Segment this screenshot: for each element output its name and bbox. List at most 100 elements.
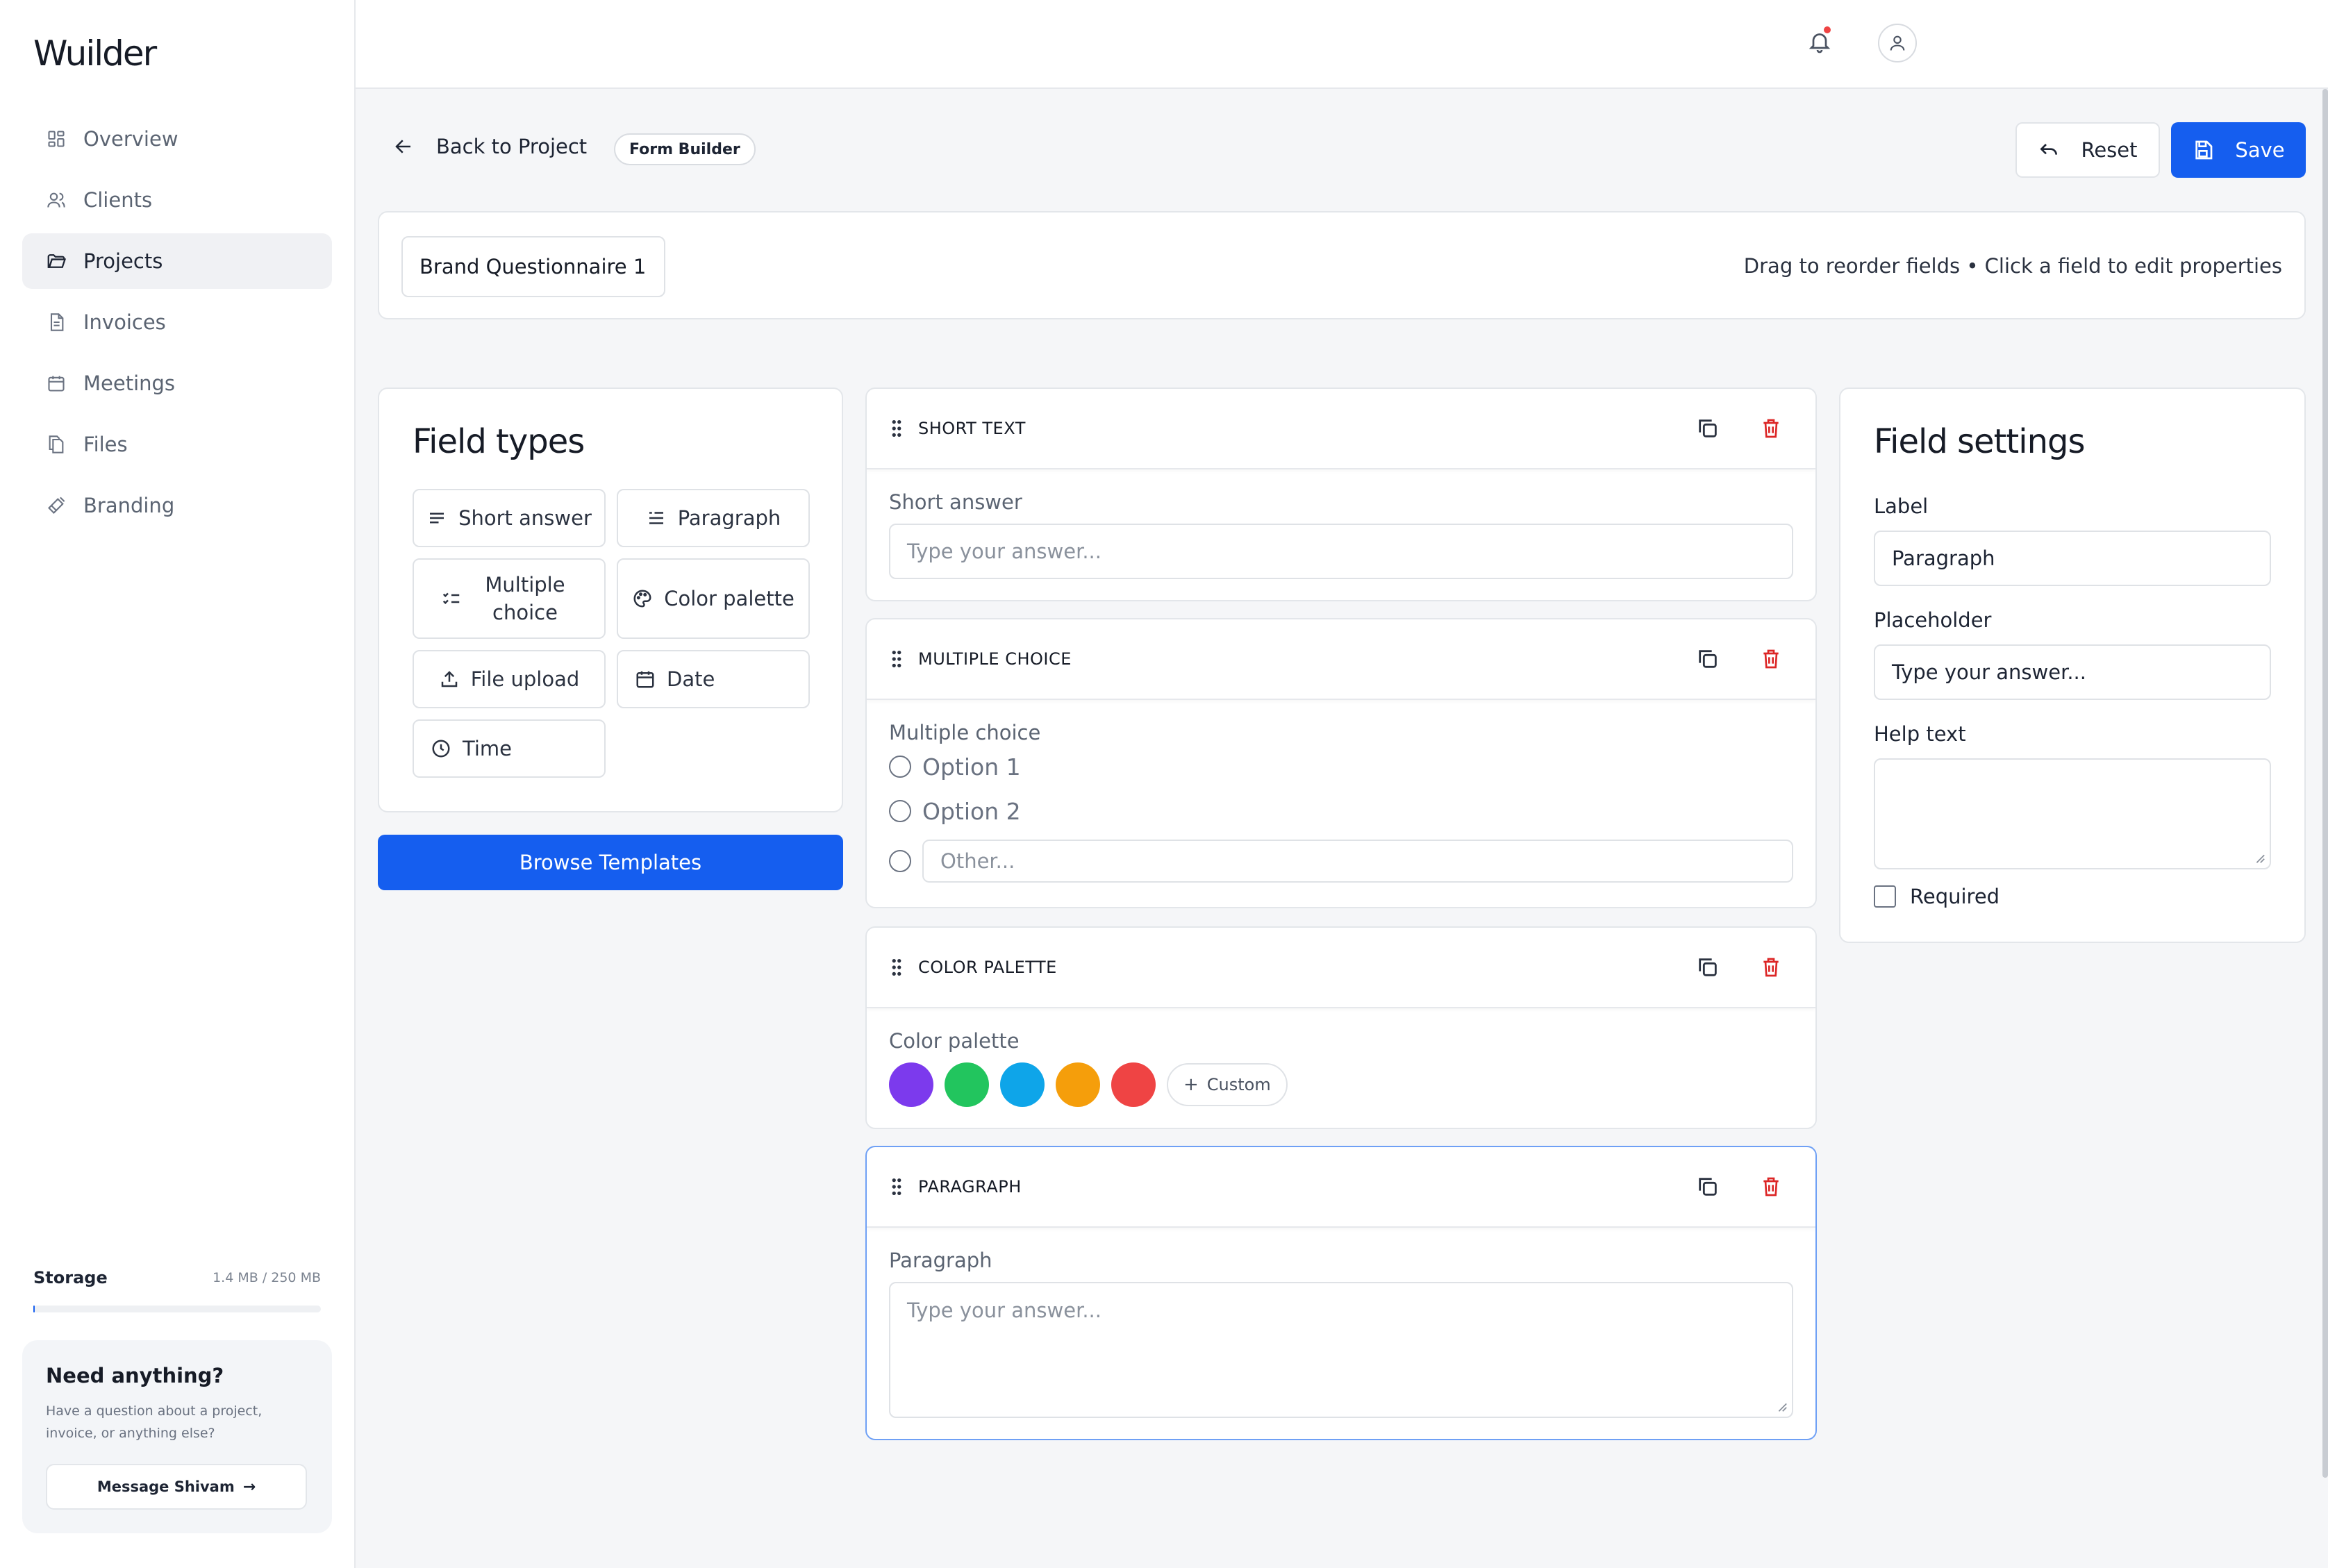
save-label: Save bbox=[2235, 138, 2285, 162]
arrow-right-icon: → bbox=[242, 1478, 256, 1496]
back-to-project-link[interactable]: Back to Project bbox=[393, 135, 587, 158]
clock-icon bbox=[431, 738, 451, 759]
field-types-panel: Field types Short answer Paragraph Multi… bbox=[378, 387, 843, 812]
field-card-paragraph[interactable]: PARAGRAPH Paragraph Type your answer... bbox=[865, 1146, 1817, 1440]
duplicate-icon[interactable] bbox=[1696, 647, 1720, 671]
other-option-row[interactable]: Other... bbox=[889, 833, 1793, 889]
document-icon bbox=[44, 310, 68, 334]
drag-handle-icon[interactable] bbox=[889, 957, 904, 978]
sidebar-item-overview[interactable]: Overview bbox=[22, 111, 332, 167]
color-swatch[interactable] bbox=[889, 1062, 933, 1107]
option-row[interactable]: Option 1 bbox=[889, 744, 1793, 789]
bell-icon[interactable] bbox=[1807, 29, 1835, 57]
sidebar-item-projects[interactable]: Projects bbox=[22, 233, 332, 289]
duplicate-icon[interactable] bbox=[1696, 1175, 1720, 1199]
placeholder-field-label: Placeholder bbox=[1874, 608, 1992, 632]
back-label: Back to Project bbox=[436, 135, 588, 158]
option-row[interactable]: Option 2 bbox=[889, 789, 1793, 833]
field-settings-panel: Field settings Label Paragraph Placehold… bbox=[1839, 387, 2306, 943]
color-swatch[interactable] bbox=[945, 1062, 989, 1107]
sidebar-item-branding[interactable]: Branding bbox=[22, 478, 332, 533]
sidebar-item-label: Projects bbox=[83, 249, 163, 273]
help-text-input[interactable] bbox=[1874, 758, 2271, 869]
required-checkbox[interactable] bbox=[1874, 885, 1896, 908]
field-type-multiple-choice[interactable]: Multiple choice bbox=[413, 558, 606, 639]
field-type-short-answer[interactable]: Short answer bbox=[413, 489, 606, 547]
form-builder-badge: Form Builder bbox=[614, 133, 756, 165]
sidebar-item-label: Overview bbox=[83, 127, 178, 151]
field-type-file-upload[interactable]: File upload bbox=[413, 650, 606, 708]
field-card-short-text[interactable]: SHORT TEXT Short answer Type your answer… bbox=[865, 387, 1817, 601]
avatar[interactable] bbox=[1878, 24, 1917, 62]
sidebar-item-files[interactable]: Files bbox=[22, 417, 332, 472]
color-swatch[interactable] bbox=[1111, 1062, 1156, 1107]
short-answer-input[interactable]: Type your answer... bbox=[889, 524, 1793, 579]
sidebar-item-label: Branding bbox=[83, 494, 175, 517]
radio-button[interactable] bbox=[889, 850, 911, 872]
delete-icon[interactable] bbox=[1760, 956, 1782, 979]
reset-button[interactable]: Reset bbox=[2015, 122, 2160, 178]
save-icon bbox=[2192, 139, 2214, 161]
resize-handle-icon[interactable] bbox=[1775, 1400, 1788, 1412]
color-swatch[interactable] bbox=[1000, 1062, 1045, 1107]
duplicate-icon[interactable] bbox=[1696, 956, 1720, 979]
drag-handle-icon[interactable] bbox=[889, 649, 904, 669]
radio-button[interactable] bbox=[889, 756, 911, 778]
field-type-name: MULTIPLE CHOICE bbox=[918, 649, 1072, 669]
page-scrollbar[interactable] bbox=[2322, 89, 2328, 1478]
sidebar-item-label: Invoices bbox=[83, 310, 166, 334]
users-icon bbox=[44, 188, 68, 212]
sidebar-item-invoices[interactable]: Invoices bbox=[22, 294, 332, 350]
label-input[interactable]: Paragraph bbox=[1874, 531, 2271, 586]
sidebar-item-meetings[interactable]: Meetings bbox=[22, 356, 332, 411]
field-card-header: PARAGRAPH bbox=[867, 1147, 1815, 1228]
help-text-field-label: Help text bbox=[1874, 722, 1966, 746]
custom-color-button[interactable]: + Custom bbox=[1167, 1063, 1288, 1106]
app-logo: Wuilder bbox=[33, 33, 157, 74]
field-settings-title: Field settings bbox=[1874, 422, 2085, 461]
placeholder-input[interactable]: Type your answer... bbox=[1874, 644, 2271, 700]
textarea-placeholder: Type your answer... bbox=[907, 1299, 1101, 1322]
field-card-multiple-choice[interactable]: MULTIPLE CHOICE Multiple choice Option 1… bbox=[865, 618, 1817, 908]
color-swatch[interactable] bbox=[1056, 1062, 1100, 1107]
storage-meter: Storage 1.4 MB / 250 MB bbox=[33, 1268, 321, 1312]
calendar-icon bbox=[635, 669, 656, 690]
field-type-label: Multiple choice bbox=[485, 573, 565, 624]
field-type-date[interactable]: Date bbox=[617, 650, 810, 708]
sidebar-item-clients[interactable]: Clients bbox=[22, 172, 332, 228]
delete-icon[interactable] bbox=[1760, 417, 1782, 440]
resize-handle-icon[interactable] bbox=[2253, 851, 2265, 864]
help-title: Need anything? bbox=[46, 1364, 224, 1387]
field-type-name: PARAGRAPH bbox=[918, 1177, 1022, 1196]
checklist-icon bbox=[441, 588, 462, 609]
message-button[interactable]: Message Shivam → bbox=[46, 1464, 307, 1510]
radio-button[interactable] bbox=[889, 800, 911, 822]
required-toggle[interactable]: Required bbox=[1874, 885, 1999, 908]
delete-icon[interactable] bbox=[1760, 1175, 1782, 1199]
drag-handle-icon[interactable] bbox=[889, 418, 904, 439]
other-input[interactable]: Other... bbox=[922, 840, 1793, 883]
field-card-color-palette[interactable]: COLOR PALETTE Color palette + Custom bbox=[865, 926, 1817, 1129]
field-type-color-palette[interactable]: Color palette bbox=[617, 558, 810, 639]
required-label: Required bbox=[1910, 885, 2000, 908]
drag-handle-icon[interactable] bbox=[889, 1176, 904, 1197]
field-type-label: Time bbox=[463, 737, 512, 760]
save-button[interactable]: Save bbox=[2171, 122, 2306, 178]
arrow-left-icon bbox=[393, 136, 414, 157]
browse-templates-button[interactable]: Browse Templates bbox=[378, 835, 843, 890]
option-label: Option 1 bbox=[922, 753, 1021, 781]
field-label: Color palette bbox=[889, 1029, 1020, 1053]
field-type-paragraph[interactable]: Paragraph bbox=[617, 489, 810, 547]
storage-bar bbox=[33, 1306, 321, 1312]
duplicate-icon[interactable] bbox=[1696, 417, 1720, 440]
builder-hint: Drag to reorder fields • Click a field t… bbox=[1743, 254, 2282, 278]
calendar-icon bbox=[44, 372, 68, 395]
folder-icon bbox=[44, 249, 68, 273]
delete-icon[interactable] bbox=[1760, 647, 1782, 671]
reset-label: Reset bbox=[2081, 138, 2138, 162]
label-field-label: Label bbox=[1874, 494, 1929, 518]
form-name-input[interactable]: Brand Questionnaire 1 bbox=[401, 236, 665, 297]
paragraph-textarea[interactable]: Type your answer... bbox=[889, 1282, 1793, 1418]
palette-icon bbox=[632, 588, 653, 609]
field-type-time[interactable]: Time bbox=[413, 719, 606, 778]
